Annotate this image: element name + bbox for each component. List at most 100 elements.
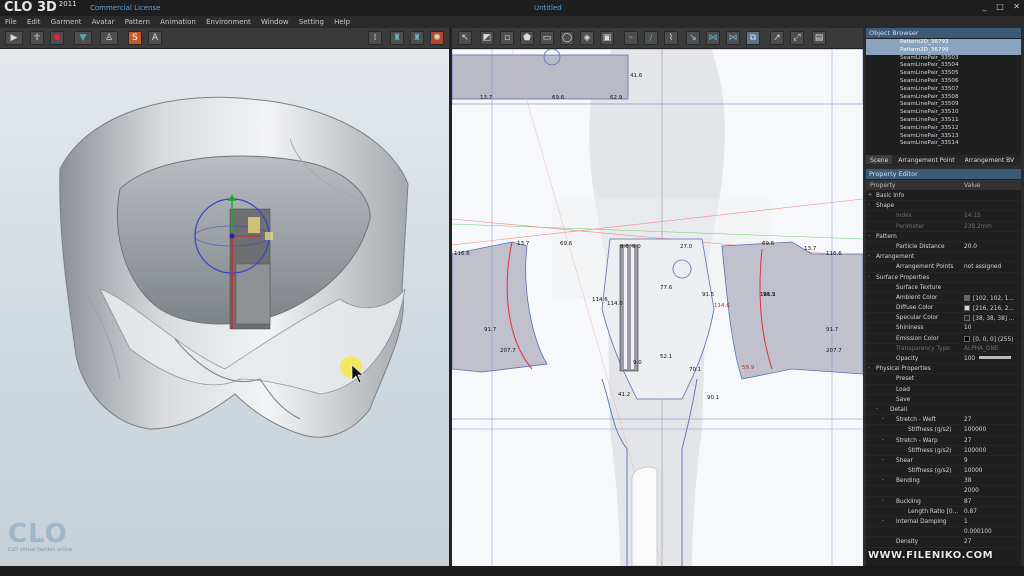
object-list-item[interactable]: SeamLinePair_33508 (866, 94, 1021, 102)
collapse-icon[interactable]: - (882, 478, 887, 483)
notch-icon[interactable]: ↗ (770, 31, 784, 45)
property-row[interactable]: + Basic Info (866, 191, 1021, 202)
menu-avatar[interactable]: Avatar (87, 16, 115, 26)
ellipse-icon[interactable]: ◯ (560, 31, 574, 45)
object-list-item[interactable]: Pattern2D_36799 (866, 46, 1021, 55)
object-list-item[interactable]: SeamLinePair_33507 (866, 86, 1021, 94)
texture-a-icon[interactable]: A (148, 31, 162, 45)
property-row[interactable]: Shininess 10 (866, 323, 1021, 334)
property-value[interactable]: 2000 (964, 488, 979, 494)
copy-icon[interactable]: ⧉ (746, 31, 760, 45)
property-value[interactable]: 1 (964, 519, 968, 525)
collapse-icon[interactable]: - (868, 254, 873, 259)
select-icon[interactable]: ↖ (458, 31, 472, 45)
object-list-item[interactable]: SeamLinePair_33513 (866, 133, 1021, 141)
color-swatch[interactable] (964, 305, 970, 312)
menu-environment[interactable]: Environment (201, 16, 251, 26)
minimize-icon[interactable]: _ (983, 2, 987, 11)
menu-garment[interactable]: Garment (46, 16, 82, 26)
object-list-item[interactable]: SeamLinePair_33509 (866, 101, 1021, 109)
menu-file[interactable]: File (0, 16, 17, 26)
collapse-icon[interactable]: - (882, 498, 887, 504)
property-value[interactable]: 10 (964, 325, 971, 331)
property-value[interactable]: 14:15 (964, 213, 981, 219)
property-row[interactable]: Preset (866, 374, 1021, 385)
property-value[interactable]: 38 (964, 478, 971, 484)
color-swatch[interactable] (964, 294, 970, 301)
shirt-icon[interactable]: ▼ (74, 31, 92, 45)
object-list-item[interactable]: Pattern2D_36793 (866, 39, 1021, 47)
polygon-icon[interactable]: ⬟ (520, 31, 534, 45)
texture-s-icon[interactable]: S (128, 31, 142, 45)
property-value[interactable]: 100000 (964, 427, 986, 433)
property-row[interactable]: Ambient Color [102, 102, 1... (866, 293, 1021, 304)
menu-pattern[interactable]: Pattern (120, 16, 150, 26)
collapse-icon[interactable]: - (868, 274, 873, 280)
property-value[interactable]: [0, 0, 0] (255) (964, 335, 1013, 343)
property-row[interactable]: - Stretch - Weft 27 (866, 415, 1021, 426)
object-list-item[interactable]: SeamLinePair_33505 (866, 70, 1021, 78)
color-swatch[interactable] (964, 335, 970, 342)
add-point-icon[interactable]: ▫ (500, 31, 514, 45)
property-row[interactable]: - Arrangement (866, 252, 1021, 263)
color-swatch[interactable] (964, 315, 970, 322)
walk-icon[interactable]: ☥ (30, 31, 44, 45)
property-row[interactable]: - Bending 38 (866, 476, 1021, 487)
dart-icon[interactable]: ◈ (580, 31, 594, 45)
property-row[interactable]: Particle Distance 20.0 (866, 242, 1021, 253)
property-value[interactable]: not assigned (964, 264, 1001, 270)
viewport-2d[interactable]: 41.6 13.7 69.6 62.9 13.7 69.6 27.0 9.0 69.6 13.7 1… (452, 49, 863, 566)
object-list-item[interactable]: SeamLinePair_33511 (866, 117, 1021, 125)
collapse-icon[interactable]: - (882, 417, 887, 422)
menu-edit[interactable]: Edit (22, 16, 41, 26)
avatar-icon[interactable]: ♙ (100, 31, 118, 45)
property-row[interactable]: Density 27 (866, 537, 1021, 548)
property-row[interactable]: Stiffness (g/s2) 100000 (866, 425, 1021, 436)
property-row[interactable]: Diffuse Color [216, 216, 2... (866, 303, 1021, 314)
opacity-slider[interactable] (979, 356, 1012, 359)
menu-animation[interactable]: Animation (155, 16, 196, 26)
close-icon[interactable]: ✕ (1013, 2, 1020, 11)
property-row[interactable]: Surface Texture (866, 283, 1021, 293)
property-value[interactable]: 20.0 (964, 244, 977, 250)
maximize-icon[interactable]: □ (996, 2, 1004, 11)
property-value[interactable]: 87 (964, 499, 971, 505)
property-row[interactable]: - Shear 9 (866, 456, 1021, 467)
property-row[interactable]: Stiffness (g/s2) 10000 (866, 466, 1021, 477)
expand-icon[interactable]: + (868, 193, 873, 198)
property-value[interactable]: 0.000100 (964, 529, 992, 535)
property-row[interactable]: - Pattern (866, 232, 1021, 242)
property-row[interactable]: Save (866, 395, 1021, 405)
internal-line-icon[interactable]: ⌁ (624, 31, 638, 45)
grid-dots-icon[interactable]: ⁞ (368, 31, 382, 45)
property-value[interactable]: [38, 38, 38] ... (964, 315, 1014, 322)
garment-back-icon[interactable]: ♜ (410, 31, 424, 45)
property-value[interactable]: 0.87 (964, 509, 977, 515)
property-row[interactable]: Specular Color [38, 38, 38] ... (866, 313, 1021, 324)
property-row[interactable]: - Shape (866, 201, 1021, 212)
collapse-icon[interactable]: - (868, 203, 873, 208)
property-row[interactable]: 0.000100 (866, 527, 1021, 538)
property-value[interactable]: 10000 (964, 468, 982, 474)
sew-icon[interactable]: ↘ (686, 31, 700, 45)
property-value[interactable]: ALPHA_ONE (964, 346, 998, 352)
viewport-3d[interactable]: CLO CLO virtual fashion online (0, 49, 449, 566)
fold-icon[interactable]: ⌇ (664, 31, 678, 45)
measure-icon[interactable]: ⤢ (790, 31, 804, 45)
save-image-icon[interactable]: ▤ (812, 31, 826, 45)
property-row[interactable]: Transparency Type ALPHA_ONE (866, 344, 1021, 354)
menu-setting[interactable]: Setting (294, 16, 324, 26)
property-value[interactable]: 100000 (964, 448, 986, 454)
property-value[interactable]: [216, 216, 2... (964, 305, 1014, 312)
property-value[interactable]: 27 (964, 539, 971, 545)
property-row[interactable]: Stiffness (g/s2) 100000 (866, 446, 1021, 456)
property-row[interactable]: - Detail (866, 405, 1021, 416)
property-value[interactable]: 27 (964, 417, 971, 423)
property-value[interactable]: 239.2mm (964, 224, 992, 230)
object-list-item[interactable]: SeamLinePair_33510 (866, 109, 1021, 117)
tab-scene[interactable]: Scene (866, 155, 893, 164)
tab-arrangement-point[interactable]: Arrangement Point (894, 155, 958, 164)
edit-pattern-icon[interactable]: ◩ (480, 31, 494, 45)
property-row[interactable]: - Surface Properties (866, 273, 1021, 283)
object-list-item[interactable]: SeamLinePair_33512 (866, 125, 1021, 133)
